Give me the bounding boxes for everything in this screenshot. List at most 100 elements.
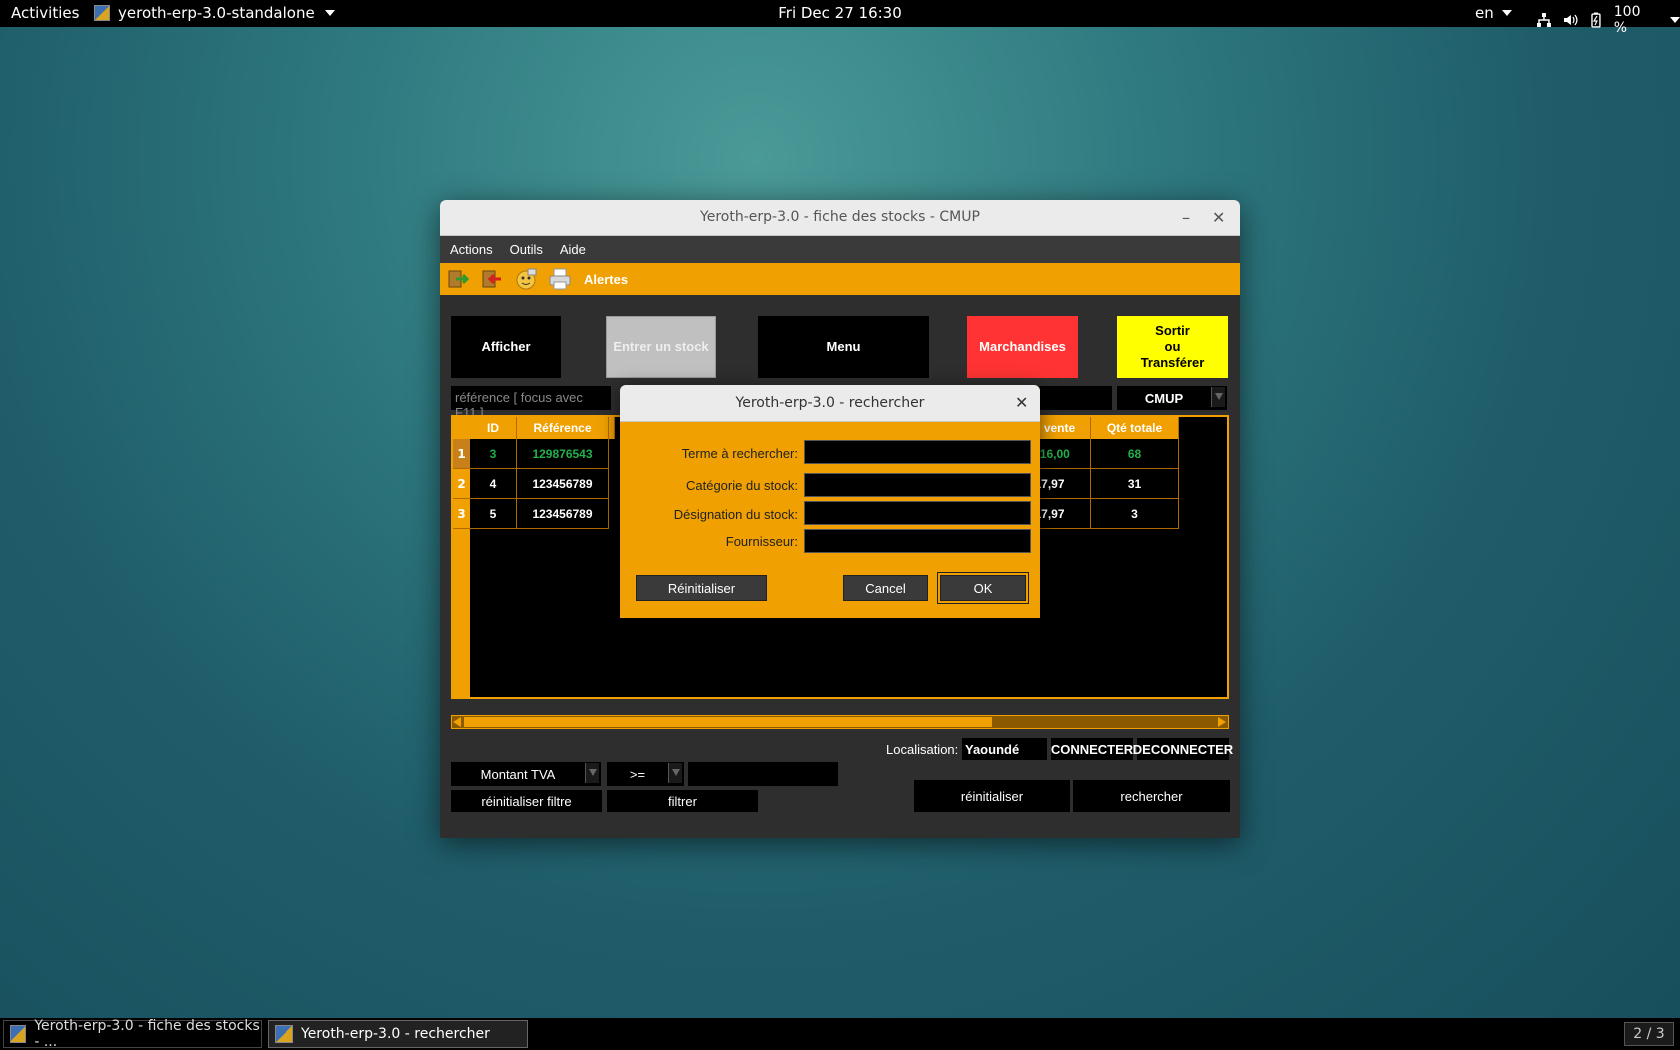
- chevron-down-icon: [1501, 10, 1512, 16]
- dialog-reset-button[interactable]: Réinitialiser: [636, 575, 767, 601]
- taskbar-item-rechercher[interactable]: Yeroth-erp-3.0 - rechercher: [268, 1020, 528, 1048]
- localisation-label: Localisation:: [886, 742, 959, 757]
- printer-icon[interactable]: [548, 267, 572, 291]
- app-icon: [275, 1025, 293, 1043]
- reset-filter-button[interactable]: réinitialiser filtre: [451, 790, 602, 812]
- cell-id[interactable]: 3: [470, 439, 517, 469]
- dialog-title: Yeroth-erp-3.0 - rechercher: [735, 395, 925, 411]
- menu-button[interactable]: Menu: [758, 316, 929, 378]
- battery-label: 100 %: [1613, 4, 1641, 36]
- menu-outils[interactable]: Outils: [510, 242, 543, 257]
- language-selector[interactable]: en: [1475, 4, 1512, 22]
- workspace-indicator[interactable]: 2 / 3: [1624, 1022, 1674, 1046]
- cell-qte-totale[interactable]: 31: [1091, 469, 1179, 499]
- chevron-down-icon: [585, 763, 599, 783]
- app-menu[interactable]: yeroth-erp-3.0-standalone: [94, 4, 335, 22]
- designation-label: Désignation du stock:: [673, 507, 798, 522]
- close-button[interactable]: ✕: [1212, 208, 1225, 227]
- rechercher-button[interactable]: rechercher: [1073, 780, 1230, 812]
- connecter-button[interactable]: CONNECTER: [1051, 738, 1133, 760]
- taskbar-item-label: Yeroth-erp-3.0 - rechercher: [301, 1026, 490, 1042]
- cmup-combo[interactable]: CMUP: [1117, 386, 1227, 410]
- activities-button[interactable]: Activities: [11, 4, 79, 22]
- battery-icon: [1591, 12, 1601, 28]
- categorie-input[interactable]: [804, 473, 1031, 497]
- fournisseur-input[interactable]: [804, 529, 1031, 553]
- column-header-id[interactable]: ID: [470, 417, 517, 439]
- localisation-value: Yaoundé: [962, 738, 1047, 760]
- sortir-transferer-button[interactable]: Sortir ou Transférer: [1117, 316, 1228, 378]
- sortir-label-3: Transférer: [1140, 355, 1205, 370]
- sortir-label-2: ou: [1164, 339, 1181, 354]
- enter-stock-icon[interactable]: [446, 267, 470, 291]
- fournisseur-label: Fournisseur:: [725, 534, 798, 549]
- cmup-combo-label: CMUP: [1144, 390, 1184, 406]
- reference-search-input[interactable]: référence [ focus avec F11 ]: [451, 386, 611, 420]
- column-header-qte-totale[interactable]: Qté totale: [1091, 417, 1179, 439]
- dialog-ok-button[interactable]: OK: [937, 572, 1029, 604]
- taskbar-item-stocks[interactable]: Yeroth-erp-3.0 - fiche des stocks - ...: [3, 1018, 262, 1050]
- window-title: Yeroth-erp-3.0 - fiche des stocks - CMUP: [700, 209, 980, 225]
- cell-reference[interactable]: 123456789: [517, 499, 609, 529]
- search-field-right[interactable]: [1036, 386, 1112, 410]
- row-number[interactable]: 1: [453, 439, 470, 469]
- app-icon: [94, 5, 110, 21]
- menu-aide[interactable]: Aide: [560, 242, 586, 257]
- filter-field-label: Montant TVA: [480, 766, 556, 782]
- app-icon: [10, 1025, 27, 1043]
- column-header-hidden[interactable]: [609, 417, 615, 439]
- cell-id[interactable]: 4: [470, 469, 517, 499]
- marchandises-button[interactable]: Marchandises: [967, 316, 1078, 378]
- filtrer-button[interactable]: filtrer: [607, 790, 758, 812]
- system-tray[interactable]: 100 %: [1536, 4, 1680, 36]
- app-menu-label: yeroth-erp-3.0-standalone: [118, 4, 315, 22]
- scrollbar-thumb[interactable]: [464, 717, 992, 727]
- sortir-label-1: Sortir: [1155, 323, 1190, 338]
- filter-operator-label: >=: [629, 766, 646, 782]
- window-titlebar[interactable]: Yeroth-erp-3.0 - fiche des stocks - CMUP…: [440, 200, 1240, 236]
- dialog-cancel-button[interactable]: Cancel: [843, 575, 928, 601]
- filter-value-input[interactable]: [688, 762, 838, 786]
- volume-icon: [1563, 14, 1578, 26]
- chevron-down-icon: [1211, 387, 1225, 407]
- cell-qte-totale[interactable]: 68: [1091, 439, 1179, 469]
- terme-label: Terme à rechercher:: [681, 446, 798, 461]
- chevron-down-icon: [668, 763, 682, 783]
- chevron-down-icon: [1670, 17, 1680, 23]
- user-face-icon[interactable]: [514, 267, 538, 291]
- scroll-right-icon[interactable]: [1218, 717, 1226, 727]
- table-corner: [453, 417, 470, 439]
- afficher-button[interactable]: Afficher: [451, 316, 561, 378]
- chevron-down-icon: [324, 10, 335, 16]
- cell-id[interactable]: 5: [470, 499, 517, 529]
- deconnecter-button[interactable]: DECONNECTER: [1133, 738, 1233, 760]
- search-dialog: Yeroth-erp-3.0 - rechercher ✕ Terme à re…: [620, 385, 1040, 618]
- minimize-button[interactable]: –: [1182, 208, 1190, 227]
- row-number[interactable]: 3: [453, 499, 470, 529]
- scroll-left-icon[interactable]: [453, 717, 461, 727]
- language-label: en: [1475, 4, 1494, 22]
- column-header-reference[interactable]: Référence: [517, 417, 609, 439]
- alertes-link[interactable]: Alertes: [584, 272, 628, 287]
- toolbar: Alertes: [440, 263, 1240, 295]
- terme-input[interactable]: [804, 440, 1031, 464]
- top-bar: Activities yeroth-erp-3.0-standalone Fri…: [0, 0, 1680, 36]
- row-headers: 1 2 3: [453, 439, 470, 697]
- network-icon: [1536, 13, 1551, 27]
- row-number[interactable]: 2: [453, 469, 470, 499]
- horizontal-scrollbar[interactable]: [451, 715, 1229, 729]
- categorie-label: Catégorie du stock:: [685, 478, 798, 493]
- entrer-stock-button[interactable]: Entrer un stock: [606, 316, 716, 378]
- cell-reference[interactable]: 123456789: [517, 469, 609, 499]
- cell-reference[interactable]: 129876543: [517, 439, 609, 469]
- filter-operator-combo[interactable]: >=: [607, 762, 684, 786]
- dialog-titlebar[interactable]: Yeroth-erp-3.0 - rechercher ✕: [620, 385, 1040, 422]
- menu-bar: Actions Outils Aide: [440, 236, 1240, 263]
- filter-field-combo[interactable]: Montant TVA: [451, 762, 601, 786]
- dialog-close-button[interactable]: ✕: [1015, 393, 1028, 412]
- cell-qte-totale[interactable]: 3: [1091, 499, 1179, 529]
- exit-stock-icon[interactable]: [480, 267, 504, 291]
- reinitialiser-button[interactable]: réinitialiser: [914, 780, 1070, 812]
- designation-input[interactable]: [804, 501, 1031, 525]
- menu-actions[interactable]: Actions: [450, 242, 493, 257]
